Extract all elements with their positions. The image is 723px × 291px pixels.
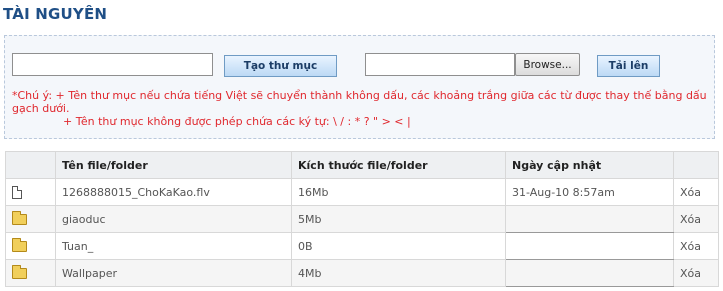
folder-icon	[12, 238, 27, 252]
delete-link[interactable]: Xóa	[673, 259, 719, 287]
header-action	[673, 151, 719, 179]
folder-icon	[12, 265, 27, 279]
upload-panel: Tạo thư mục Browse... Tải lên *Chú ý: + …	[4, 35, 715, 139]
delete-link[interactable]: Xóa	[673, 232, 719, 260]
folder-name[interactable]: Tuan_	[55, 232, 292, 260]
file-icon	[12, 185, 22, 199]
folder-size: 0B	[291, 232, 506, 260]
file-size: 16Mb	[291, 178, 506, 206]
table-row: Wallpaper 4Mb Xóa	[5, 259, 719, 287]
page-title: TÀI NGUYÊN	[3, 5, 108, 23]
header-size: Kích thước file/folder	[291, 151, 506, 179]
delete-link[interactable]: Xóa	[673, 178, 719, 206]
file-date: 31-Aug-10 8:57am	[505, 178, 674, 206]
upload-button[interactable]: Tải lên	[597, 55, 660, 77]
folder-name[interactable]: Wallpaper	[55, 259, 292, 287]
folder-name[interactable]: giaoduc	[55, 205, 292, 233]
folder-name-input[interactable]	[12, 53, 213, 76]
file-table: Tên file/folder Kích thước file/folder N…	[5, 151, 719, 287]
file-name[interactable]: 1268888015_ChoKaKao.flv	[55, 178, 292, 206]
folder-date	[505, 259, 674, 287]
folder-icon	[12, 211, 27, 225]
browse-button[interactable]: Browse...	[515, 53, 580, 76]
folder-size: 4Mb	[291, 259, 506, 287]
header-date: Ngày cập nhật	[505, 151, 674, 179]
table-row: 1268888015_ChoKaKao.flv 16Mb 31-Aug-10 8…	[5, 178, 719, 206]
delete-link[interactable]: Xóa	[673, 205, 719, 233]
file-path-input[interactable]	[365, 53, 515, 76]
folder-date	[505, 232, 674, 260]
header-icon	[5, 151, 56, 179]
header-name: Tên file/folder	[55, 151, 292, 179]
note-line-1: *Chú ý: + Tên thư mục nếu chứa tiếng Việ…	[12, 89, 707, 115]
folder-size: 5Mb	[291, 205, 506, 233]
table-row: giaoduc 5Mb Xóa	[5, 205, 719, 233]
table-row: Tuan_ 0B Xóa	[5, 232, 719, 260]
table-header-row: Tên file/folder Kích thước file/folder N…	[5, 151, 719, 179]
create-folder-button[interactable]: Tạo thư mục	[224, 55, 337, 77]
note-line-2: + Tên thư mục không được phép chứa các k…	[63, 115, 411, 128]
folder-date	[505, 205, 674, 233]
